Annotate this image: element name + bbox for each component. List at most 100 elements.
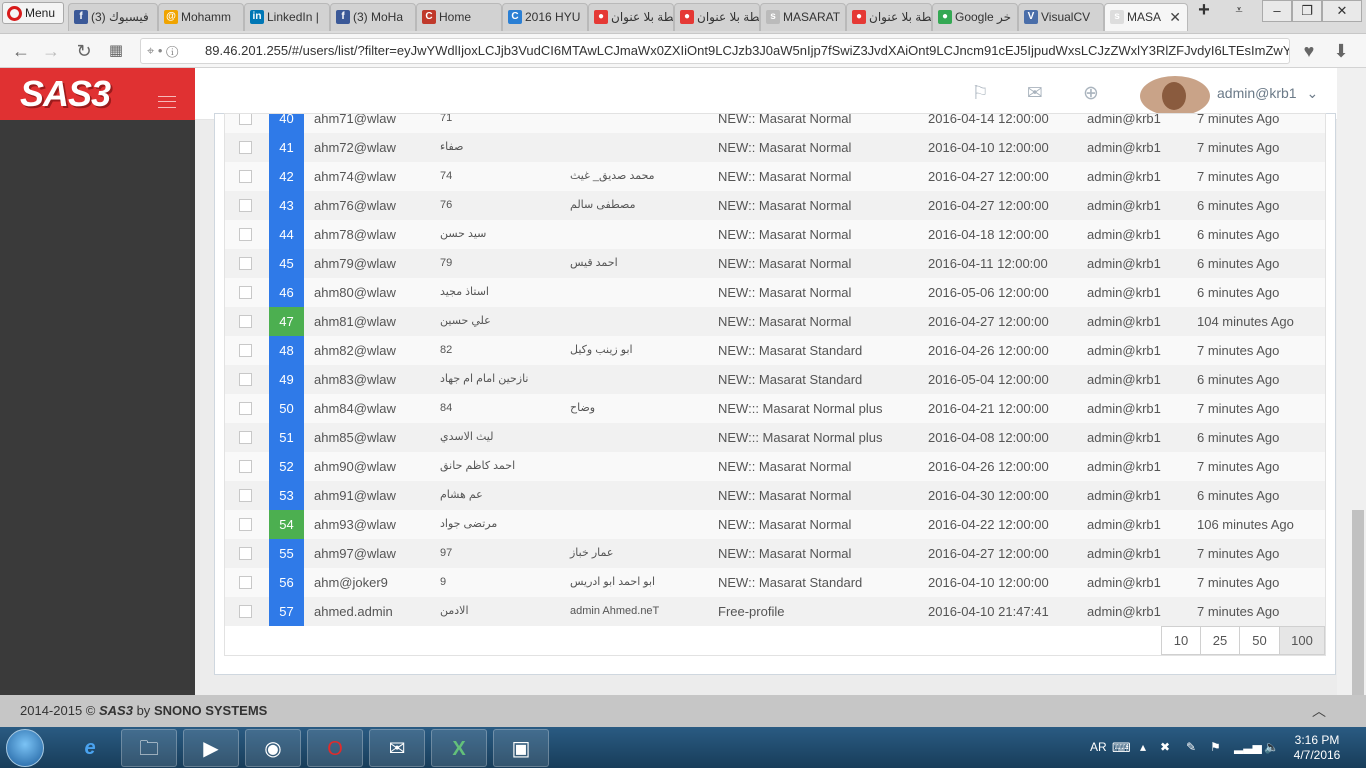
media-player-icon[interactable]: ▶ xyxy=(183,729,239,767)
excel-icon[interactable]: X xyxy=(431,729,487,767)
mail-icon[interactable]: ✉ xyxy=(1023,82,1047,106)
browser-tab[interactable]: ●خريطة بلا عنوان xyxy=(674,3,760,31)
user-id-cell[interactable]: 44 xyxy=(269,220,304,249)
row-checkbox[interactable] xyxy=(239,344,252,357)
opera-icon[interactable]: O xyxy=(307,729,363,767)
table-row[interactable]: 42 ahm74@wlaw 74 محمد صديق_ غيث NEW:: Masara… xyxy=(225,162,1325,191)
user-id-cell[interactable]: 49 xyxy=(269,365,304,394)
row-checkbox[interactable] xyxy=(239,170,252,183)
cell-username[interactable]: ahm90@wlaw xyxy=(314,452,396,481)
support-icon[interactable]: ⊕ xyxy=(1079,82,1103,106)
flag-icon[interactable]: ⚐ xyxy=(968,82,992,106)
row-checkbox[interactable] xyxy=(239,228,252,241)
pictures-icon[interactable]: ▣ xyxy=(493,729,549,767)
row-checkbox[interactable] xyxy=(239,518,252,531)
cell-username[interactable]: ahm97@wlaw xyxy=(314,539,396,568)
row-checkbox[interactable] xyxy=(239,431,252,444)
browser-tab[interactable]: s MASARAT xyxy=(760,3,846,31)
row-checkbox[interactable] xyxy=(239,402,252,415)
tray-expand-icon[interactable]: ▴ xyxy=(1140,727,1146,768)
row-checkbox[interactable] xyxy=(239,547,252,560)
browser-tab[interactable]: in LinkedIn | xyxy=(244,3,330,31)
browser-tab[interactable]: ●خريطة بلا عنوان xyxy=(846,3,932,31)
cell-username[interactable]: ahm82@wlaw xyxy=(314,336,396,365)
table-row[interactable]: 55 ahm97@wlaw 97 عمار خباز NEW:: Masarat Nor… xyxy=(225,539,1325,568)
file-explorer-icon[interactable]: 🗀 xyxy=(121,729,177,767)
cell-username[interactable]: ahm76@wlaw xyxy=(314,191,396,220)
user-id-cell[interactable]: 47 xyxy=(269,307,304,336)
volume-icon[interactable]: 🔈 xyxy=(1264,727,1279,768)
back-icon[interactable]: ← xyxy=(10,40,32,62)
tray-app-2-icon[interactable]: ✎ xyxy=(1186,727,1196,768)
app-logo[interactable]: SAS3 xyxy=(0,68,195,120)
action-center-icon[interactable]: ⚑ xyxy=(1210,727,1221,768)
user-dropdown[interactable]: admin@krb1 ⌄ xyxy=(1217,85,1318,102)
table-row[interactable]: 50 ahm84@wlaw 84 وضاح NEW::: Masarat Normal … xyxy=(225,394,1325,423)
cell-username[interactable]: ahm93@wlaw xyxy=(314,510,396,539)
row-checkbox[interactable] xyxy=(239,199,252,212)
table-row[interactable]: 51 ahm85@wlaw ليث الاسدي NEW::: Masarat Nor… xyxy=(225,423,1325,452)
table-row[interactable]: 47 ahm81@wlaw علي حسين NEW:: Masarat Normal… xyxy=(225,307,1325,336)
network-icon[interactable]: ▂▃▅ xyxy=(1234,727,1262,768)
table-row[interactable]: 53 ahm91@wlaw عم هشام NEW:: Masarat Normal 2… xyxy=(225,481,1325,510)
table-row[interactable]: 54 ahm93@wlaw مرتضى جواد NEW:: Masarat Norm… xyxy=(225,510,1325,539)
cell-username[interactable]: ahm85@wlaw xyxy=(314,423,396,452)
browser-tab[interactable]: f (3) MoHa xyxy=(330,3,416,31)
page-size-button[interactable]: 100 xyxy=(1279,626,1325,655)
user-id-cell[interactable]: 48 xyxy=(269,336,304,365)
table-row[interactable]: 56 ahm@joker9 9 ابو احمد ابو ادريس NEW:: Mas… xyxy=(225,568,1325,597)
table-row[interactable]: 43 ahm76@wlaw 76 مصطفى سالم NEW:: Masarat No… xyxy=(225,191,1325,220)
cell-username[interactable]: ahm83@wlaw xyxy=(314,365,396,394)
cell-username[interactable]: ahm71@wlaw xyxy=(314,114,396,133)
user-id-cell[interactable]: 56 xyxy=(269,568,304,597)
hamburger-menu-icon[interactable] xyxy=(158,96,176,108)
row-checkbox[interactable] xyxy=(239,257,252,270)
browser-tab[interactable]: @ Mohamm xyxy=(158,3,244,31)
tray-app-icon[interactable]: ✖ xyxy=(1160,727,1170,768)
browser-tab[interactable]: ● Google خر xyxy=(932,3,1018,31)
row-checkbox[interactable] xyxy=(239,286,252,299)
row-checkbox[interactable] xyxy=(239,605,252,618)
user-id-cell[interactable]: 46 xyxy=(269,278,304,307)
cell-username[interactable]: ahm81@wlaw xyxy=(314,307,396,336)
user-id-cell[interactable]: 57 xyxy=(269,597,304,626)
table-row[interactable]: 52 ahm90@wlaw احمد كاظم حانق NEW:: Masarat … xyxy=(225,452,1325,481)
cell-username[interactable]: ahmed.admin xyxy=(314,597,393,626)
tab-menu-icon[interactable]: ⩡ xyxy=(1228,0,1250,22)
cell-username[interactable]: ahm78@wlaw xyxy=(314,220,396,249)
restore-icon[interactable]: ❐ xyxy=(1292,0,1322,22)
table-row[interactable]: 49 ahm83@wlaw نازحين امام ام جهاد NEW:: Mas… xyxy=(225,365,1325,394)
table-row[interactable]: 44 ahm78@wlaw سيد حسن NEW:: Masarat Normal 2… xyxy=(225,220,1325,249)
table-row[interactable]: 48 ahm82@wlaw 82 ابو زينب وكيل NEW:: Masarat… xyxy=(225,336,1325,365)
forward-icon[interactable]: → xyxy=(40,40,62,62)
browser-tab[interactable]: C Home xyxy=(416,3,502,31)
table-row[interactable]: 41 ahm72@wlaw صفاء NEW:: Masarat Normal 2016… xyxy=(225,133,1325,162)
cell-username[interactable]: ahm91@wlaw xyxy=(314,481,396,510)
cell-username[interactable]: ahm84@wlaw xyxy=(314,394,396,423)
scroll-top-icon[interactable]: ︿ xyxy=(1312,695,1326,727)
row-checkbox[interactable] xyxy=(239,460,252,473)
minimize-icon[interactable]: – xyxy=(1262,0,1292,22)
browser-tab[interactable]: ●خريطة بلا عنوان xyxy=(588,3,674,31)
table-row[interactable]: 45 ahm79@wlaw 79 احمد قيس NEW:: Masarat Norm… xyxy=(225,249,1325,278)
cell-username[interactable]: ahm72@wlaw xyxy=(314,133,396,162)
browser-tab[interactable]: V VisualCV xyxy=(1018,3,1104,31)
browser-tab[interactable]: C 2016 HYU xyxy=(502,3,588,31)
new-tab-icon[interactable]: + xyxy=(1190,0,1218,22)
page-size-button[interactable]: 10 xyxy=(1161,626,1201,655)
user-id-cell[interactable]: 40 xyxy=(269,114,304,133)
user-id-cell[interactable]: 43 xyxy=(269,191,304,220)
row-checkbox[interactable] xyxy=(239,373,252,386)
table-row[interactable]: 57 ahmed.admin الادمن admin Ahmed.neT Free-p… xyxy=(225,597,1325,626)
user-id-cell[interactable]: 42 xyxy=(269,162,304,191)
start-button[interactable] xyxy=(6,729,44,767)
cell-username[interactable]: ahm@joker9 xyxy=(314,568,388,597)
language-indicator[interactable]: AR xyxy=(1090,727,1107,768)
browser-tab[interactable]: f (3) فيسبوك xyxy=(68,3,158,31)
cell-username[interactable]: ahm79@wlaw xyxy=(314,249,396,278)
cell-username[interactable]: ahm74@wlaw xyxy=(314,162,396,191)
user-id-cell[interactable]: 52 xyxy=(269,452,304,481)
url-field[interactable]: ⌖ • ⓘ 89.46.201.255/#/users/list/?filter… xyxy=(140,38,1290,64)
user-id-cell[interactable]: 53 xyxy=(269,481,304,510)
close-window-icon[interactable]: ✕ xyxy=(1322,0,1362,22)
